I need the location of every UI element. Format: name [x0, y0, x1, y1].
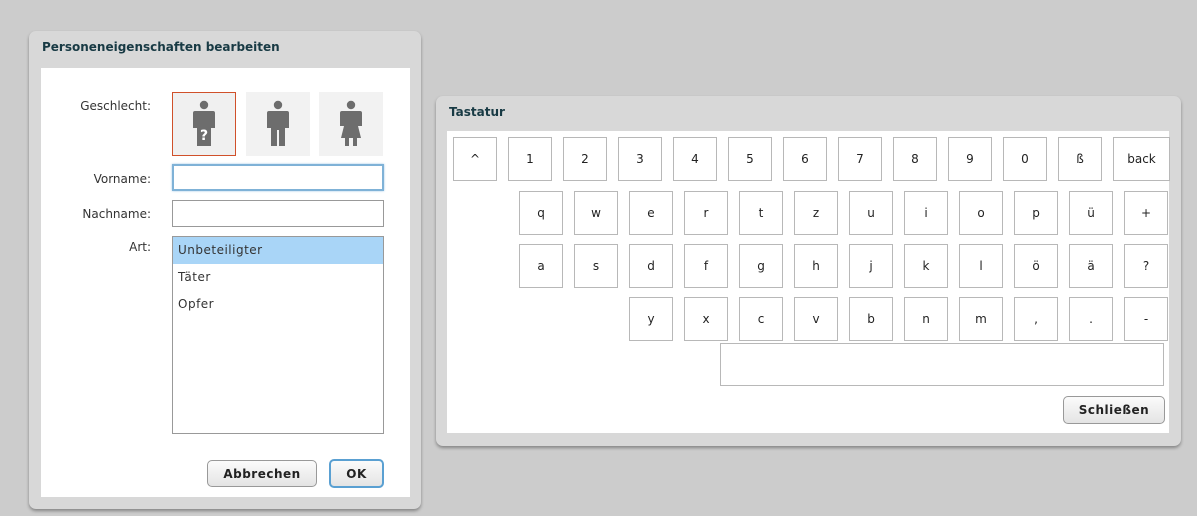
cancel-button[interactable]: Abbrechen — [207, 460, 317, 487]
keyboard-key[interactable]: 0 — [1003, 137, 1047, 181]
keyboard-key[interactable]: v — [794, 297, 838, 341]
keyboard-key[interactable]: . — [1069, 297, 1113, 341]
list-item[interactable]: Täter — [173, 264, 383, 291]
keyboard-key[interactable]: ä — [1069, 244, 1113, 288]
keyboard-key[interactable]: f — [684, 244, 728, 288]
keyboard-key[interactable]: k — [904, 244, 948, 288]
keyboard-key[interactable]: d — [629, 244, 673, 288]
keyboard-key[interactable]: 8 — [893, 137, 937, 181]
keyboard-key[interactable]: x — [684, 297, 728, 341]
keyboard-key[interactable]: ^ — [453, 137, 497, 181]
keyboard-key[interactable]: l — [959, 244, 1003, 288]
keyboard-key[interactable]: - — [1124, 297, 1168, 341]
keyboard-key[interactable]: + — [1124, 191, 1168, 235]
unknown-person-icon: ? — [193, 100, 215, 146]
keyboard-key[interactable]: g — [739, 244, 783, 288]
keyboard-key[interactable]: n — [904, 297, 948, 341]
keyboard-key[interactable]: j — [849, 244, 893, 288]
keyboard-key[interactable]: ü — [1069, 191, 1113, 235]
keyboard-key[interactable]: 9 — [948, 137, 992, 181]
keyboard-key[interactable]: s — [574, 244, 618, 288]
keyboard-key[interactable]: ? — [1124, 244, 1168, 288]
keyboard-key[interactable]: 6 — [783, 137, 827, 181]
list-item[interactable]: Opfer — [173, 291, 383, 318]
close-button[interactable]: Schließen — [1063, 396, 1165, 424]
keyboard-key[interactable]: ß — [1058, 137, 1102, 181]
gender-option-unknown[interactable]: ? — [172, 92, 236, 156]
edit-person-dialog: Personeneigenschaften bearbeiten Geschle… — [29, 31, 421, 509]
keyboard-key[interactable]: e — [629, 191, 673, 235]
keyboard-key[interactable]: 3 — [618, 137, 662, 181]
keyboard-key[interactable]: z — [794, 191, 838, 235]
keyboard-key[interactable]: b — [849, 297, 893, 341]
keyboard-key[interactable]: q — [519, 191, 563, 235]
keyboard-key[interactable]: a — [519, 244, 563, 288]
keyboard-key[interactable]: p — [1014, 191, 1058, 235]
keyboard-key[interactable]: 1 — [508, 137, 552, 181]
gender-option-male[interactable] — [246, 92, 310, 156]
keyboard-key[interactable]: 5 — [728, 137, 772, 181]
gender-option-female[interactable] — [319, 92, 383, 156]
list-item[interactable]: Unbeteiligter — [173, 237, 383, 264]
keyboard-key[interactable]: c — [739, 297, 783, 341]
male-person-icon — [267, 100, 289, 146]
keyboard-key[interactable]: 7 — [838, 137, 882, 181]
keyboard-key[interactable]: w — [574, 191, 618, 235]
keyboard-key[interactable]: t — [739, 191, 783, 235]
keyboard-text-field[interactable] — [720, 343, 1164, 386]
keyboard-key[interactable]: 4 — [673, 137, 717, 181]
keyboard-key[interactable]: m — [959, 297, 1003, 341]
type-label: Art: — [129, 240, 151, 254]
svg-text:?: ? — [200, 128, 208, 144]
backspace-key[interactable]: back — [1113, 137, 1170, 181]
firstname-label: Vorname: — [93, 172, 151, 186]
keyboard-key[interactable]: o — [959, 191, 1003, 235]
firstname-input[interactable] — [172, 164, 384, 191]
keyboard-key[interactable]: 2 — [563, 137, 607, 181]
female-person-icon — [340, 100, 362, 146]
keyboard-body: Schließen ^ 1 2 3 4 5 6 7 8 9 0 ß back q w e r t z u i o p ü + a s… — [447, 131, 1170, 433]
keyboard-key[interactable]: r — [684, 191, 728, 235]
keyboard-key[interactable]: , — [1014, 297, 1058, 341]
lastname-input[interactable] — [172, 200, 384, 227]
dialog-title: Personeneigenschaften bearbeiten — [42, 40, 280, 54]
keyboard-panel: Tastatur Schließen ^ 1 2 3 4 5 6 7 8 9 0 ß back q w e r t… — [436, 96, 1181, 446]
keyboard-key[interactable]: ö — [1014, 244, 1058, 288]
gender-label: Geschlecht: — [80, 99, 151, 113]
keyboard-key[interactable]: h — [794, 244, 838, 288]
keyboard-title: Tastatur — [449, 105, 505, 119]
type-listbox[interactable]: Unbeteiligter Täter Opfer — [172, 236, 384, 434]
dialog-body: Geschlecht: ? Vorname: Nachname: Art: Un… — [41, 68, 410, 497]
ok-button[interactable]: OK — [329, 459, 384, 488]
keyboard-key[interactable]: i — [904, 191, 948, 235]
keyboard-key[interactable]: u — [849, 191, 893, 235]
keyboard-key[interactable]: y — [629, 297, 673, 341]
lastname-label: Nachname: — [82, 207, 151, 221]
